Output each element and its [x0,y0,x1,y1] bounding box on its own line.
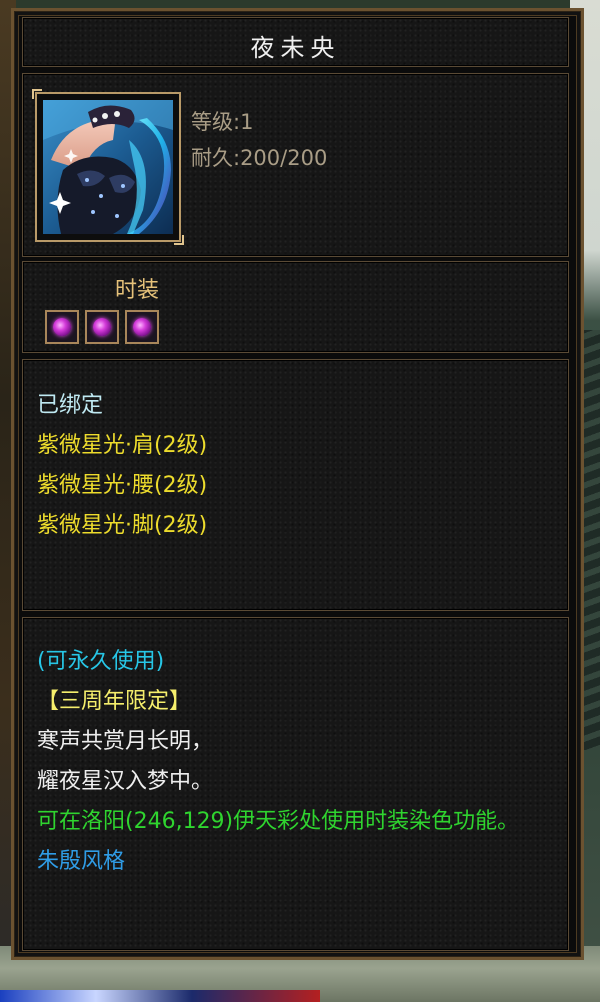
poem-line-1: 寒声共赏月长明， [37,729,214,754]
costume-portrait-icon [43,100,173,234]
purple-gem-icon [45,310,79,344]
item-name: 夜未央 [250,34,341,62]
bound-status: 已绑定 [37,393,104,418]
dye-usage-note: 可在洛阳(246,129)伊天彩处使用时装染色功能。 [37,809,520,834]
purple-gem-icon [85,310,119,344]
poem-line-2: 耀夜星汉入梦中。 [37,769,214,794]
style-name: 朱殷风格 [37,849,126,874]
item-description-section: (可永久使用) 【三周年限定】 寒声共赏月长明， 耀夜星汉入梦中。 可在洛阳(2… [22,617,569,951]
description-list: (可永久使用) 【三周年限定】 寒声共赏月长明， 耀夜星汉入梦中。 可在洛阳(2… [37,642,557,882]
item-type: 时装 [115,278,160,303]
set-bonus-waist: 紫微星光·腰(2级) [37,473,208,498]
set-bonus-feet: 紫微星光·脚(2级) [37,513,208,538]
item-header-section: 等级:1 耐久:200/200 [22,73,569,257]
item-type-section: 时装 [22,261,569,353]
item-durability: 耐久:200/200 [191,146,328,170]
gem-slots [45,310,159,344]
limited-edition-tag: 【三周年限定】 [37,689,192,714]
item-level: 等级:1 [191,110,254,134]
item-attributes-section: 已绑定 紫微星光·肩(2级) 紫微星光·腰(2级) 紫微星光·脚(2级) [22,359,569,611]
hud-strip [0,990,320,1002]
permanent-use-note: (可永久使用) [37,649,165,674]
set-bonus-shoulder: 紫微星光·肩(2级) [37,433,208,458]
attribute-list: 已绑定 紫微星光·肩(2级) 紫微星光·腰(2级) 紫微星光·脚(2级) [37,386,207,546]
item-icon-frame [32,89,184,245]
item-tooltip: 夜未央 等级:1 耐久:200/200 时装 已绑定 紫微星光·肩(2级) 紫微… [11,8,584,960]
purple-gem-icon [125,310,159,344]
tooltip-title-bar: 夜未央 [22,17,569,67]
